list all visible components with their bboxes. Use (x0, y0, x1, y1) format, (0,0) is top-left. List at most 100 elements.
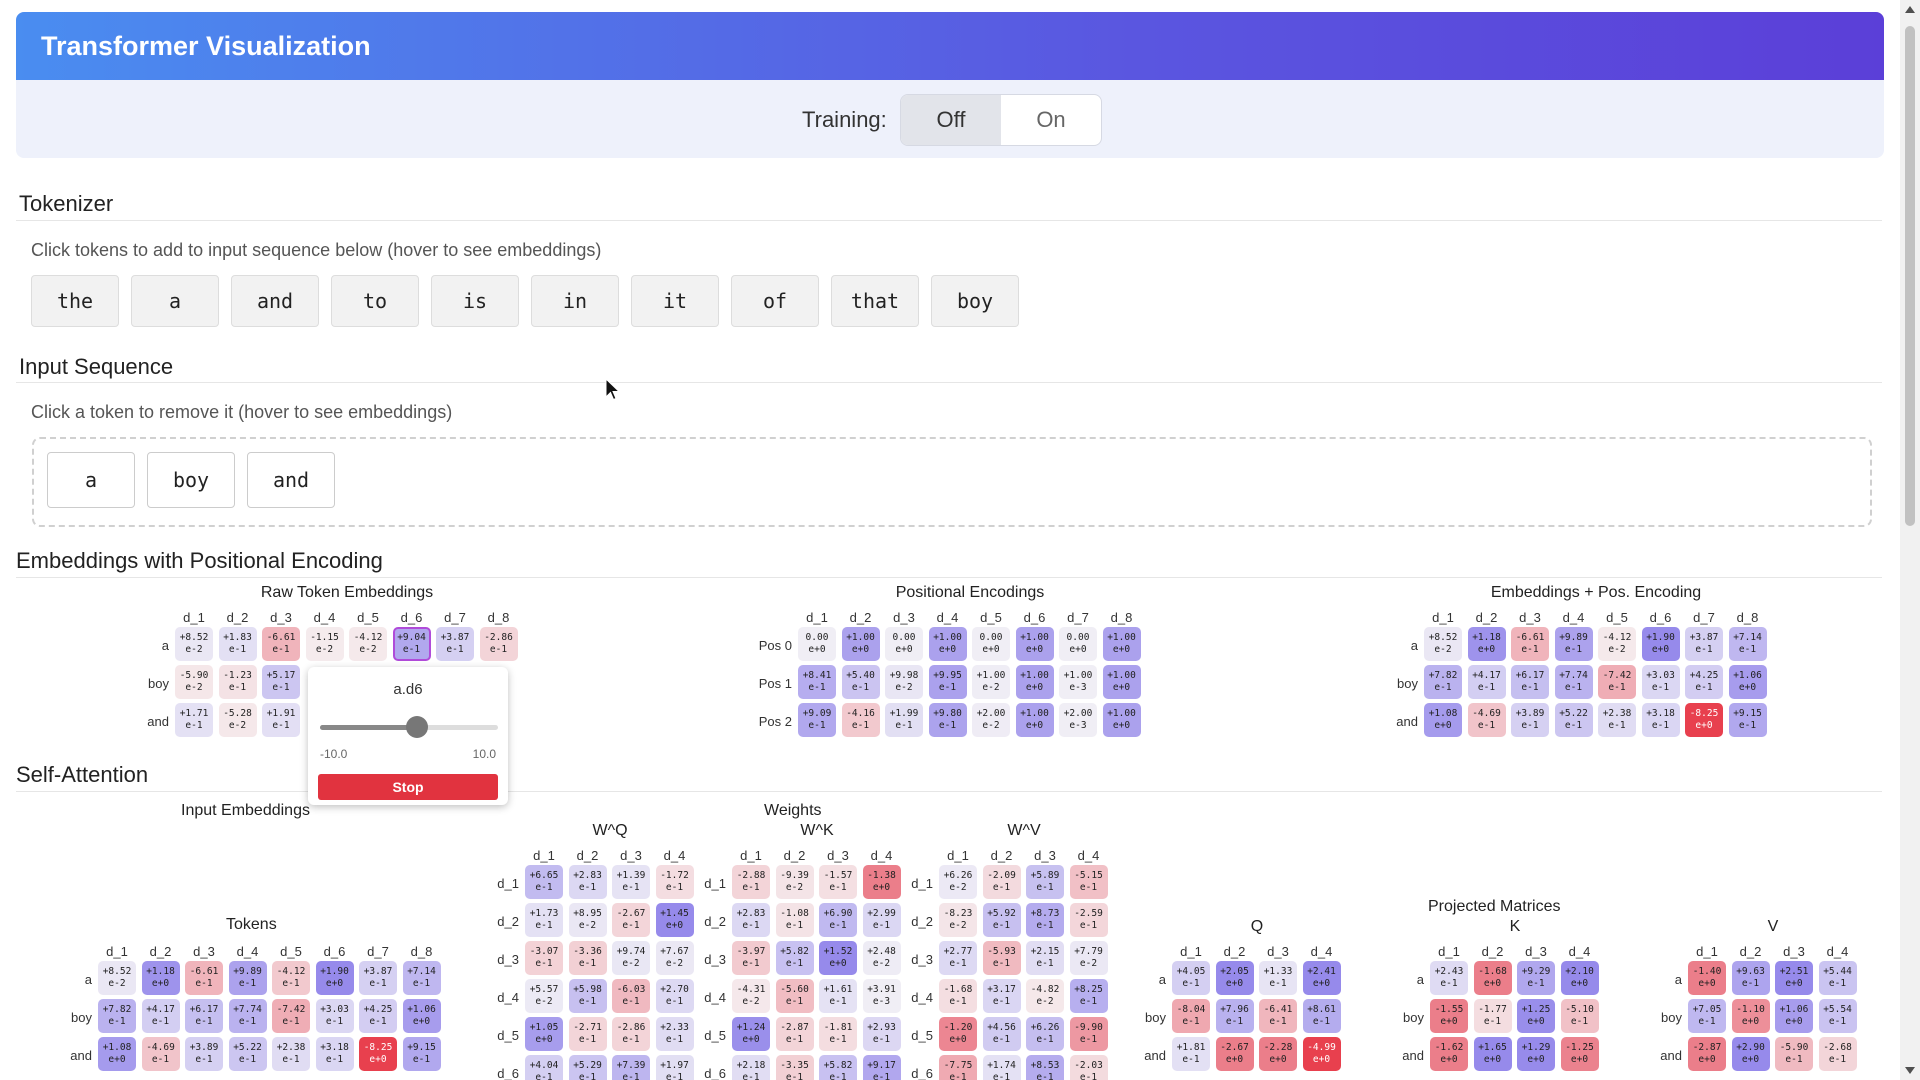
matrix-cell[interactable]: +1.00 e+0 (1015, 665, 1054, 699)
matrix-cell[interactable]: -1.23 e-1 (218, 665, 257, 699)
matrix-cell[interactable]: +5.82 e-1 (775, 941, 814, 975)
matrix-cell[interactable]: -2.03 e-1 (1069, 1055, 1108, 1080)
matrix-cell[interactable]: +2.10 e+0 (1560, 961, 1599, 995)
matrix-cell[interactable]: +7.39 e-1 (612, 1055, 650, 1080)
stop-button[interactable]: Stop (318, 774, 498, 800)
matrix-cell[interactable]: -9.39 e-2 (775, 865, 814, 899)
matrix-cell[interactable]: +7.82 e-1 (1424, 665, 1462, 699)
matrix-cell[interactable]: +2.18 e-1 (732, 1055, 770, 1080)
matrix-cell[interactable]: -2.86 e-1 (612, 1017, 650, 1051)
vocab-token-in[interactable]: in (531, 275, 619, 327)
matrix-cell[interactable]: +1.00 e+0 (1102, 627, 1141, 661)
matrix-cell[interactable]: +3.18 e-1 (1641, 703, 1680, 737)
matrix-cell[interactable]: -4.16 e-1 (841, 703, 880, 737)
matrix-cell[interactable]: +1.00 e+0 (1102, 665, 1141, 699)
matrix-cell[interactable]: -4.31 e-2 (732, 979, 770, 1013)
matrix-cell[interactable]: 0.00 e+0 (885, 627, 923, 661)
matrix-cell[interactable]: +1.81 e-1 (1172, 1037, 1210, 1071)
matrix-cell[interactable]: -5.10 e-1 (1560, 999, 1599, 1033)
matrix-cell[interactable]: +5.98 e-1 (568, 979, 607, 1013)
matrix-cell[interactable]: -5.93 e-1 (982, 941, 1021, 975)
matrix-cell[interactable]: +5.82 e-1 (819, 1055, 857, 1080)
matrix-cell[interactable]: +1.73 e-1 (525, 903, 563, 937)
matrix-cell[interactable]: +5.92 e-1 (982, 903, 1021, 937)
matrix-cell[interactable]: +8.52 e-2 (98, 961, 136, 995)
value-slider-handle[interactable] (406, 716, 429, 738)
matrix-cell[interactable]: +9.09 e-1 (798, 703, 836, 737)
matrix-cell[interactable]: +8.52 e-2 (1424, 627, 1462, 661)
matrix-cell[interactable]: +1.00 e+0 (1102, 703, 1141, 737)
matrix-cell[interactable]: +9.04 e-1 (392, 627, 431, 661)
matrix-cell[interactable]: +6.65 e-1 (525, 865, 563, 899)
matrix-cell[interactable]: -8.25 e+0 (359, 1037, 397, 1071)
matrix-cell[interactable]: +4.05 e-1 (1172, 961, 1210, 995)
matrix-cell[interactable]: +2.43 e-1 (1430, 961, 1468, 995)
matrix-cell[interactable]: -2.86 e-1 (479, 627, 518, 661)
matrix-cell[interactable]: +1.33 e-1 (1259, 961, 1297, 995)
matrix-cell[interactable]: -4.99 e+0 (1302, 1037, 1341, 1071)
matrix-cell[interactable]: +9.63 e-1 (1731, 961, 1770, 995)
matrix-cell[interactable]: +2.77 e-1 (939, 941, 977, 975)
matrix-cell[interactable]: +2.15 e-1 (1026, 941, 1064, 975)
matrix-cell[interactable]: +3.03 e-1 (315, 999, 354, 1033)
matrix-cell[interactable]: +2.05 e+0 (1215, 961, 1254, 995)
vocab-token-of[interactable]: of (731, 275, 819, 327)
matrix-cell[interactable]: +1.52 e+0 (819, 941, 857, 975)
matrix-cell[interactable]: -5.15 e-1 (1069, 865, 1108, 899)
vocab-token-the[interactable]: the (31, 275, 119, 327)
matrix-cell[interactable]: -8.25 e+0 (1685, 703, 1723, 737)
matrix-cell[interactable]: +8.61 e-1 (1302, 999, 1341, 1033)
matrix-cell[interactable]: 0.00 e+0 (798, 627, 836, 661)
matrix-cell[interactable]: +1.05 e+0 (525, 1017, 563, 1051)
matrix-cell[interactable]: +1.08 e+0 (98, 1037, 136, 1071)
vocab-token-it[interactable]: it (631, 275, 719, 327)
matrix-cell[interactable]: +1.74 e-1 (982, 1055, 1021, 1080)
scroll-up-icon[interactable] (1905, 6, 1915, 13)
matrix-cell[interactable]: -3.97 e-1 (732, 941, 770, 975)
scrollbar[interactable] (1900, 0, 1920, 1080)
matrix-cell[interactable]: +3.87 e-1 (359, 961, 397, 995)
matrix-cell[interactable]: +5.57 e-2 (525, 979, 563, 1013)
matrix-cell[interactable]: +4.17 e-1 (141, 999, 180, 1033)
matrix-cell[interactable]: -6.61 e-1 (185, 961, 223, 995)
matrix-cell[interactable]: +9.89 e-1 (1554, 627, 1593, 661)
matrix-cell[interactable]: -8.23 e-2 (939, 903, 977, 937)
matrix-cell[interactable]: -2.87 e+0 (1688, 1037, 1726, 1071)
vocab-token-boy[interactable]: boy (931, 275, 1019, 327)
matrix-cell[interactable]: +1.08 e+0 (1424, 703, 1462, 737)
matrix-cell[interactable]: -4.82 e-2 (1026, 979, 1064, 1013)
matrix-cell[interactable]: -6.03 e-1 (612, 979, 650, 1013)
matrix-cell[interactable]: +8.25 e-1 (1069, 979, 1108, 1013)
matrix-cell[interactable]: +3.03 e-1 (1641, 665, 1680, 699)
matrix-cell[interactable]: -2.68 e-1 (1818, 1037, 1857, 1071)
matrix-cell[interactable]: +9.74 e-2 (612, 941, 650, 975)
matrix-cell[interactable]: -1.15 e-2 (305, 627, 344, 661)
matrix-cell[interactable]: +6.26 e-2 (939, 865, 977, 899)
matrix-cell[interactable]: -6.61 e-1 (262, 627, 300, 661)
matrix-cell[interactable]: +9.29 e-1 (1517, 961, 1555, 995)
matrix-cell[interactable]: +8.73 e-1 (1026, 903, 1064, 937)
matrix-cell[interactable]: +8.53 e-1 (1026, 1055, 1064, 1080)
sequence-token-a[interactable]: a (47, 452, 135, 508)
matrix-cell[interactable]: +3.18 e-1 (315, 1037, 354, 1071)
matrix-cell[interactable]: +1.91 e-1 (262, 703, 300, 737)
matrix-cell[interactable]: +9.95 e-1 (928, 665, 967, 699)
matrix-cell[interactable]: +2.38 e-1 (1598, 703, 1636, 737)
matrix-cell[interactable]: -7.75 e-1 (939, 1055, 977, 1080)
matrix-cell[interactable]: +8.52 e-2 (175, 627, 213, 661)
matrix-cell[interactable]: -1.25 e+0 (1560, 1037, 1599, 1071)
matrix-cell[interactable]: +5.54 e-1 (1818, 999, 1857, 1033)
matrix-cell[interactable]: -1.20 e+0 (939, 1017, 977, 1051)
training-toggle[interactable]: Off On (900, 94, 1102, 146)
matrix-cell[interactable]: +1.65 e+0 (1473, 1037, 1512, 1071)
vocab-token-and[interactable]: and (231, 275, 319, 327)
matrix-cell[interactable]: +9.98 e-2 (885, 665, 923, 699)
matrix-cell[interactable]: -2.28 e+0 (1259, 1037, 1297, 1071)
matrix-cell[interactable]: +6.17 e-1 (1511, 665, 1549, 699)
matrix-cell[interactable]: -2.88 e-1 (732, 865, 770, 899)
matrix-cell[interactable]: -1.62 e+0 (1430, 1037, 1468, 1071)
matrix-cell[interactable]: +3.89 e-1 (185, 1037, 223, 1071)
matrix-cell[interactable]: -4.69 e-1 (141, 1037, 180, 1071)
vocab-token-that[interactable]: that (831, 275, 919, 327)
matrix-cell[interactable]: +4.25 e-1 (359, 999, 397, 1033)
